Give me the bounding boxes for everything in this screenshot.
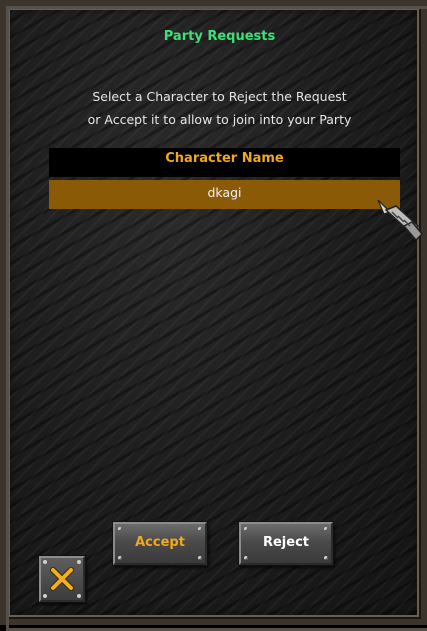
rivet-icon bbox=[324, 527, 328, 531]
rivet-icon bbox=[198, 556, 202, 560]
close-x-icon bbox=[50, 567, 74, 591]
window-title: Party Requests bbox=[163, 29, 276, 44]
rivet-icon bbox=[244, 527, 248, 531]
rivet-icon bbox=[198, 527, 202, 531]
rivet-icon bbox=[43, 594, 47, 598]
character-name-column-header: Character Name bbox=[49, 148, 400, 177]
accept-button-label: Accept bbox=[135, 535, 185, 550]
reject-button[interactable]: Reject bbox=[239, 522, 333, 565]
rivet-icon bbox=[244, 556, 248, 560]
rivet-icon bbox=[118, 556, 122, 560]
party-requests-window: Party Requests Select a Character to Rej… bbox=[0, 0, 427, 631]
rivet-icon bbox=[324, 556, 328, 560]
instruction-line-1: Select a Character to Reject the Request bbox=[92, 89, 347, 104]
accept-button[interactable]: Accept bbox=[113, 522, 207, 565]
rivet-icon bbox=[43, 560, 47, 564]
list-item[interactable]: dkagi bbox=[49, 180, 400, 209]
instruction-line-2: or Accept it to allow to join into your … bbox=[87, 112, 352, 127]
instructions: Select a Character to Reject the Request… bbox=[6, 85, 427, 131]
rivet-icon bbox=[77, 594, 81, 598]
gauntlet-cursor-icon bbox=[377, 199, 424, 242]
close-button[interactable] bbox=[39, 556, 85, 602]
rivet-icon bbox=[118, 527, 122, 531]
rivet-icon bbox=[77, 560, 81, 564]
reject-button-label: Reject bbox=[262, 535, 310, 550]
